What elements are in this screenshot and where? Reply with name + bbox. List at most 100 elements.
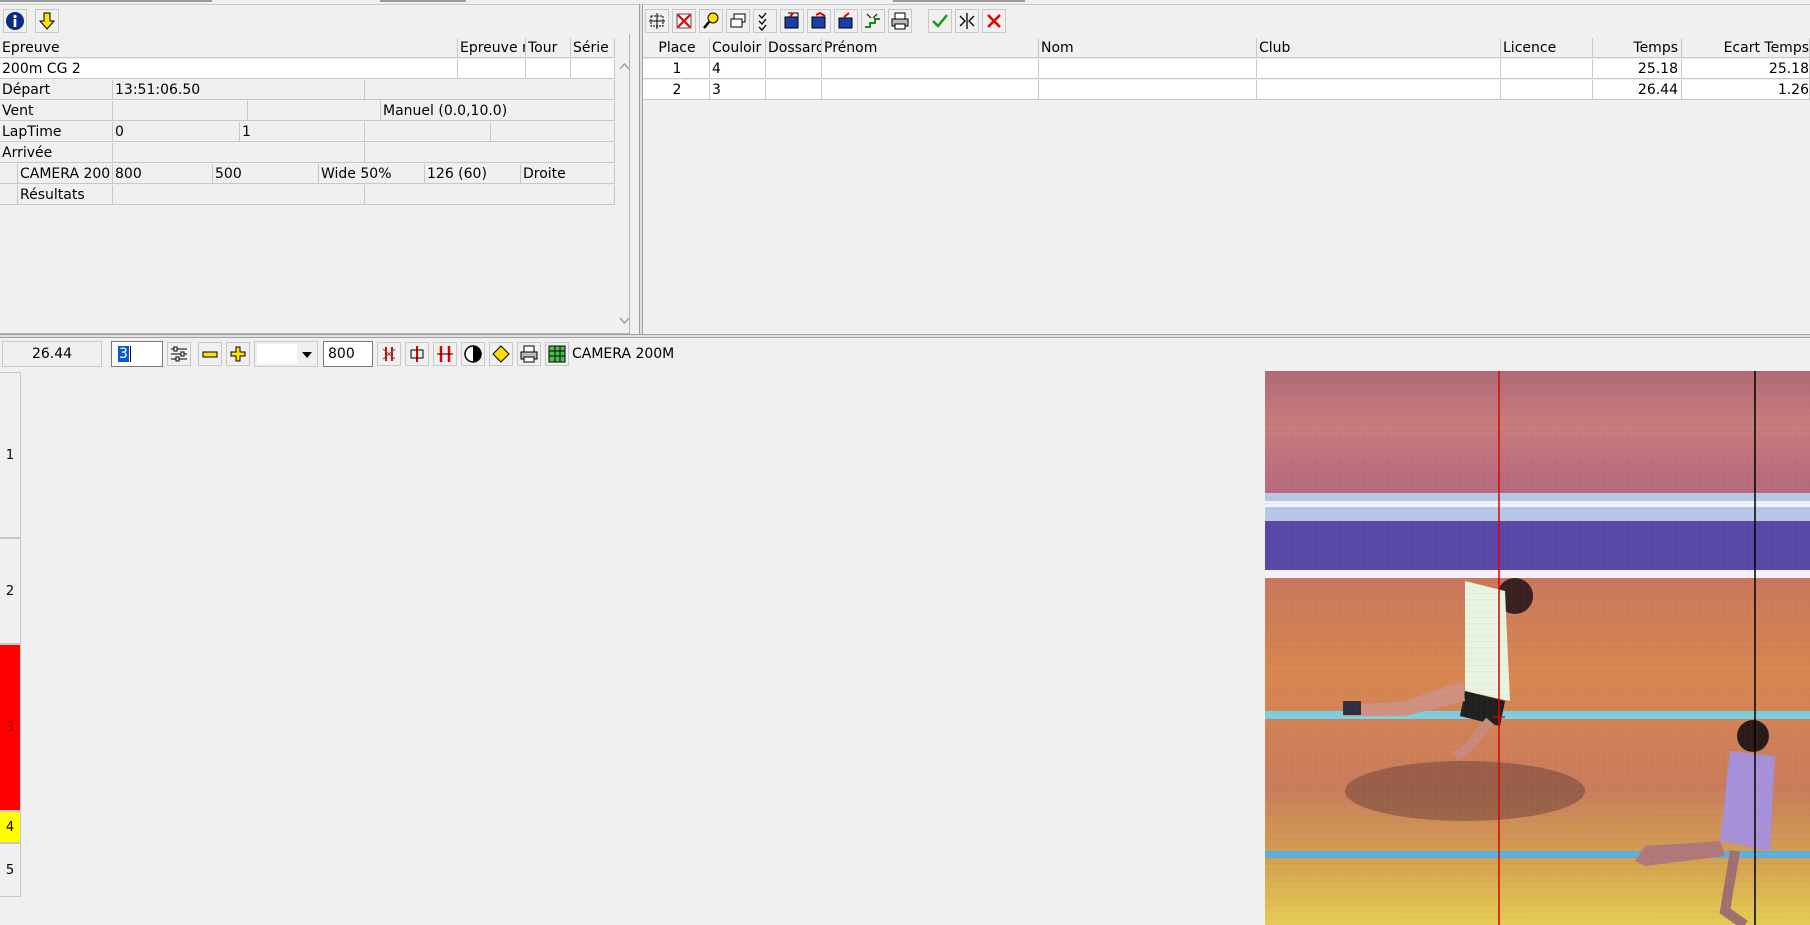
tour-field[interactable] xyxy=(526,59,571,79)
cell-dossard[interactable] xyxy=(766,59,822,79)
depart-value[interactable]: 13:51:06.50 xyxy=(113,80,365,100)
camera-value-4[interactable]: 126 (60) xyxy=(425,164,521,184)
cell-nom[interactable] xyxy=(1039,59,1257,79)
laptime-b[interactable]: 1 xyxy=(240,122,365,142)
laptime-a[interactable]: 0 xyxy=(113,122,240,142)
serie-field[interactable] xyxy=(571,59,615,79)
cell-couloir: 4 xyxy=(710,59,766,79)
vent-b[interactable] xyxy=(248,101,381,121)
photo-print-button[interactable] xyxy=(517,342,541,366)
sort-button[interactable] xyxy=(861,9,885,33)
cell-club[interactable] xyxy=(1257,59,1501,79)
resultats-value[interactable] xyxy=(113,185,365,205)
col-place[interactable]: Place xyxy=(643,38,710,58)
event-panel-scrollbar[interactable] xyxy=(617,60,632,330)
camera-row-marker[interactable] xyxy=(0,164,18,184)
vent-label: Vent xyxy=(0,101,113,121)
camera-value-3[interactable]: Wide 50% xyxy=(319,164,425,184)
results-toolbar xyxy=(645,8,1025,34)
lane-label-1[interactable]: 1 xyxy=(0,372,21,538)
clear-marks-button[interactable] xyxy=(377,342,401,366)
zoom-out-button[interactable] xyxy=(198,342,222,366)
cell-nom[interactable] xyxy=(1039,80,1257,100)
col-dossard[interactable]: Dossard xyxy=(766,38,822,58)
copy-button[interactable] xyxy=(726,9,750,33)
epreuve-n-field[interactable] xyxy=(458,59,526,79)
vent-value[interactable]: Manuel (0.0,10.0) xyxy=(381,101,615,121)
resultats-row-marker[interactable] xyxy=(0,185,18,205)
send-button[interactable] xyxy=(834,9,858,33)
lane-label-3[interactable]: 3 xyxy=(0,644,21,811)
cell-licence[interactable] xyxy=(1501,80,1593,100)
width-input[interactable]: 800 xyxy=(323,341,373,367)
zoom-in-button[interactable] xyxy=(226,342,250,366)
col-club[interactable]: Club xyxy=(1257,38,1501,58)
info-button[interactable] xyxy=(3,9,27,33)
import-button[interactable] xyxy=(780,9,804,33)
arrivee-value[interactable] xyxy=(113,143,365,163)
delete-lines-icon xyxy=(382,347,396,361)
chevron-down-icon xyxy=(302,352,312,358)
camera-value-5[interactable]: Droite xyxy=(521,164,615,184)
cell-prenom[interactable] xyxy=(822,59,1039,79)
col-licence[interactable]: Licence xyxy=(1501,38,1593,58)
brightness-button[interactable] xyxy=(489,342,513,366)
split-button[interactable] xyxy=(955,9,979,33)
export-button[interactable] xyxy=(807,9,831,33)
contrast-button[interactable] xyxy=(461,342,485,366)
cell-club[interactable] xyxy=(1257,80,1501,100)
col-couloir[interactable]: Couloir xyxy=(710,38,766,58)
cell-licence[interactable] xyxy=(1501,59,1593,79)
col-ecart[interactable]: Ecart Temps xyxy=(1682,38,1810,58)
table-view-button[interactable] xyxy=(545,342,569,366)
table-row[interactable]: 2 3 26.44 1.26 xyxy=(643,80,1810,101)
laptime-c[interactable] xyxy=(365,122,491,142)
cell-dossard[interactable] xyxy=(766,80,822,100)
lane-label-5[interactable]: 5 xyxy=(0,843,21,897)
cancel-button[interactable] xyxy=(982,9,1006,33)
cell-temps: 25.18 xyxy=(1593,59,1682,79)
align-button[interactable] xyxy=(405,342,429,366)
select-all-button[interactable] xyxy=(645,9,669,33)
table-row[interactable]: 1 4 25.18 25.18 xyxy=(643,59,1810,80)
delete-icon xyxy=(676,13,692,29)
cell-prenom[interactable] xyxy=(822,80,1039,100)
time-readout: 26.44 xyxy=(2,341,102,367)
event-panel: Epreuve Epreuve n Tour Série 200m CG 2 D… xyxy=(0,34,630,334)
camera-value-2[interactable]: 500 xyxy=(213,164,319,184)
col-nom[interactable]: Nom xyxy=(1039,38,1257,58)
resultats-label: Résultats xyxy=(18,185,113,205)
laptime-d[interactable] xyxy=(491,122,615,142)
cross-red-icon xyxy=(987,14,1001,28)
cell-ecart: 25.18 xyxy=(1682,59,1810,79)
align-runner-icon xyxy=(410,346,424,362)
event-name-field[interactable]: 200m CG 2 xyxy=(0,59,458,79)
cell-ecart: 1.26 xyxy=(1682,80,1810,100)
import-icon xyxy=(784,12,799,29)
validate-button[interactable] xyxy=(928,9,952,33)
arrow-down-icon xyxy=(38,12,56,30)
col-temps[interactable]: Temps xyxy=(1593,38,1682,58)
export-icon xyxy=(811,11,826,29)
print-button[interactable] xyxy=(888,9,912,33)
zoom-select[interactable] xyxy=(254,341,318,367)
text-caret xyxy=(129,346,131,362)
double-cursor-icon xyxy=(437,346,453,362)
cell-couloir: 3 xyxy=(710,80,766,100)
lane-label-2[interactable]: 2 xyxy=(0,538,21,644)
photo-finish-image[interactable] xyxy=(1265,371,1810,925)
col-prenom[interactable]: Prénom xyxy=(822,38,1039,58)
vent-a[interactable] xyxy=(113,101,248,121)
check-list-button[interactable] xyxy=(753,9,777,33)
search-button[interactable] xyxy=(699,9,723,33)
download-button[interactable] xyxy=(35,9,59,33)
settings-button[interactable] xyxy=(167,342,191,366)
sliders-icon xyxy=(171,346,187,362)
cursor-lines-button[interactable] xyxy=(433,342,457,366)
lane-label-4[interactable]: 4 xyxy=(0,811,21,843)
camera-value-1[interactable]: 800 xyxy=(113,164,213,184)
horizontal-splitter[interactable] xyxy=(0,334,1810,338)
delete-result-button[interactable] xyxy=(672,9,696,33)
resultats-extra xyxy=(365,185,615,205)
lane-input[interactable]: 3 xyxy=(111,341,163,367)
